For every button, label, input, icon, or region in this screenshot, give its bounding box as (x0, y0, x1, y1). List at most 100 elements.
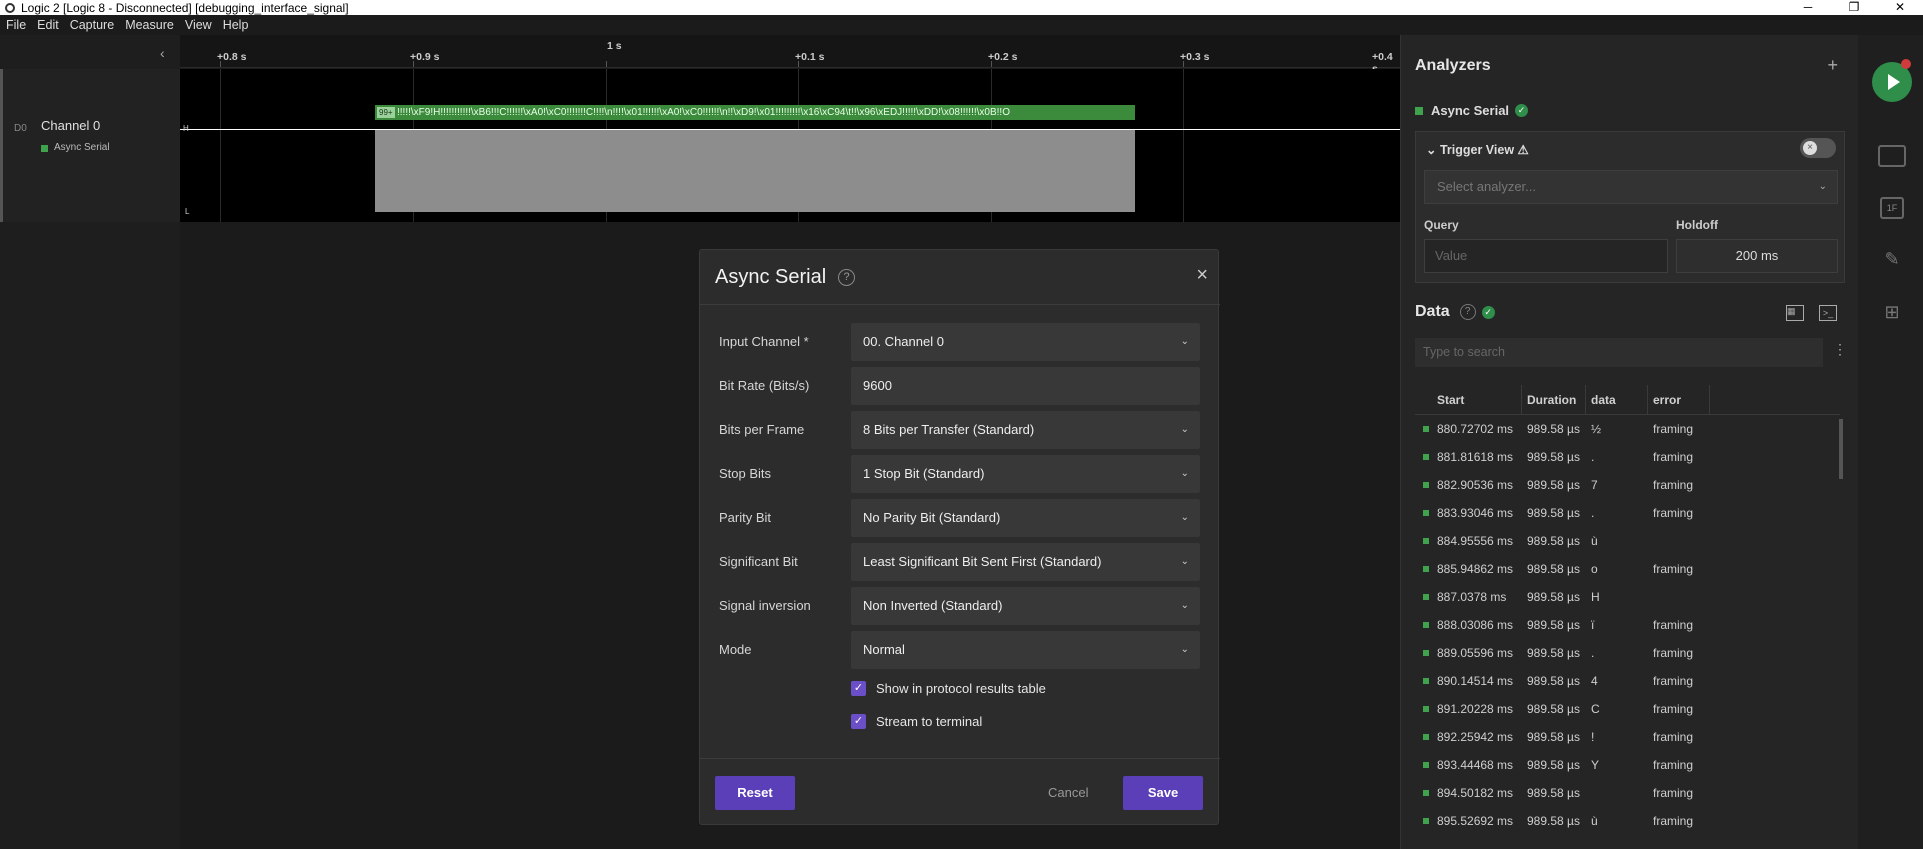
trigger-view-title[interactable]: ⌄ Trigger View ⚠ (1426, 142, 1529, 157)
table-row[interactable]: 881.81618 ms 989.58 µs. framing (1415, 443, 1840, 471)
more-options-icon[interactable]: ⋮ (1833, 341, 1847, 358)
significant-bit-select[interactable]: Least Significant Bit Sent First (Standa… (851, 543, 1200, 581)
minimize-button[interactable]: ─ (1785, 0, 1831, 15)
analyzer-name[interactable]: Async Serial (1431, 103, 1509, 118)
menu-measure[interactable]: Measure (125, 18, 174, 32)
table-row[interactable]: 892.25942 ms 989.58 µs! framing (1415, 723, 1840, 751)
table-row[interactable]: 887.0378 ms 989.58 µs H (1415, 583, 1840, 611)
menu-capture[interactable]: Capture (70, 18, 114, 32)
field-label: Input Channel * (719, 334, 809, 349)
menu-bar: File Edit Capture Measure View Help (0, 15, 1923, 35)
table-row[interactable]: 889.05596 ms 989.58 µs. framing (1415, 639, 1840, 667)
record-status-icon (1901, 59, 1911, 69)
data-search-input[interactable]: Type to search (1415, 338, 1823, 367)
duration-cell: 989.58 µs (1527, 618, 1580, 632)
check-icon[interactable]: ✓ (851, 713, 866, 729)
data-cell: 7 (1591, 478, 1598, 492)
menu-file[interactable]: File (6, 18, 26, 32)
help-icon[interactable]: ? (1459, 304, 1476, 320)
show-in-results-checkbox-row[interactable]: ✓ Show in protocol results table (851, 679, 1046, 697)
time-ruler[interactable]: +0.8 s +0.9 s 1 s +0.1 s +0.2 s +0.3 s +… (180, 35, 1400, 75)
select-analyzer-dropdown[interactable]: Select analyzer... ⌄ (1424, 170, 1838, 204)
table-row[interactable]: 890.14514 ms 989.58 µs 4 framing (1415, 667, 1840, 695)
significant-bit-row: Significant Bit Least Significant Bit Se… (700, 543, 1220, 581)
row-color-icon (1423, 706, 1429, 712)
stream-to-terminal-checkbox-row[interactable]: ✓ Stream to terminal (851, 712, 982, 730)
channel-waveform[interactable]: H L 99+ !!!!!\xF9!H!!!!!!!!!!!\xB6!!!C!!… (180, 69, 1400, 222)
bit-rate-input[interactable]: 9600 (851, 367, 1200, 405)
column-divider[interactable] (1709, 385, 1710, 415)
input-channel-select[interactable]: 00. Channel 0 ⌄ (851, 323, 1200, 361)
device-icon[interactable] (1878, 145, 1906, 167)
error-cell: framing (1653, 786, 1694, 800)
table-row[interactable]: 894.50182 ms 989.58 µs framing (1415, 779, 1840, 807)
mode-select[interactable]: Normal ⌄ (851, 631, 1200, 669)
column-header[interactable]: error (1653, 393, 1681, 407)
timing-marker-icon[interactable]: 1F (1880, 197, 1904, 219)
table-view-icon[interactable]: ▦ (1786, 305, 1804, 321)
ruler-icon[interactable]: ✎ (1878, 250, 1906, 272)
table-row[interactable]: 885.94862 ms 989.58 µs o framing (1415, 555, 1840, 583)
menu-help[interactable]: Help (223, 18, 249, 32)
maximize-button[interactable]: ❐ (1831, 0, 1877, 15)
bits-per-frame-select[interactable]: 8 Bits per Transfer (Standard) ⌄ (851, 411, 1200, 449)
save-button[interactable]: Save (1123, 776, 1203, 810)
tick-main-label: 1 s (607, 40, 622, 52)
app-logo-icon (5, 2, 15, 13)
collapse-panel-icon[interactable]: ‹ (160, 45, 165, 61)
chevron-down-icon: ⌄ (1180, 556, 1189, 567)
column-header[interactable]: Start (1437, 393, 1464, 407)
trigger-view-box: ⌄ Trigger View ⚠ × Select analyzer... ⌄ … (1415, 131, 1845, 283)
column-divider[interactable] (1585, 385, 1586, 415)
column-header[interactable]: data (1591, 393, 1616, 407)
table-row[interactable]: 882.90536 ms 989.58 µs 7 framing (1415, 471, 1840, 499)
help-icon[interactable]: ? (838, 269, 855, 286)
analyzer-item[interactable]: Async Serial ✓ (1415, 103, 1529, 118)
check-icon[interactable]: ✓ (851, 680, 866, 696)
holdoff-input[interactable]: 200 ms (1676, 239, 1838, 273)
column-divider[interactable] (1647, 385, 1648, 415)
close-window-button[interactable]: ✕ (1877, 0, 1923, 15)
channel-panel: ‹ D0 Channel 0 Async Serial (0, 35, 180, 849)
chevron-down-icon: ⌄ (1180, 512, 1189, 523)
table-scrollbar[interactable] (1839, 419, 1843, 479)
menu-view[interactable]: View (185, 18, 212, 32)
table-row[interactable]: 884.95556 ms 989.58 µs ù (1415, 527, 1840, 555)
table-row[interactable]: 891.20228 ms 989.58 µs Cframing (1415, 695, 1840, 723)
terminal-view-icon[interactable]: >_ (1819, 305, 1837, 321)
channel-row[interactable]: D0 Channel 0 Async Serial (0, 69, 180, 222)
high-level-label: H (183, 124, 189, 133)
table-row[interactable]: 895.52692 ms 989.58 µs ù framing (1415, 807, 1840, 835)
menu-edit[interactable]: Edit (37, 18, 59, 32)
data-header: Data ? ✓ (1415, 303, 1495, 321)
tick-mark (413, 61, 414, 67)
data-cell: ï (1591, 618, 1595, 632)
table-row[interactable]: 893.44468 ms 989.58 µs Yframing (1415, 751, 1840, 779)
tick-label: +0.3 s (1180, 51, 1210, 63)
signal-inversion-select[interactable]: Non Inverted (Standard) ⌄ (851, 587, 1200, 625)
cancel-button[interactable]: Cancel (1048, 776, 1088, 810)
table-row[interactable]: 880.72702 ms 989.58 µs ½ framing (1415, 415, 1840, 443)
channel-analyzer-label[interactable]: Async Serial (54, 142, 110, 153)
add-analyzer-button[interactable]: + (1827, 55, 1838, 76)
row-color-icon (1423, 426, 1429, 432)
stop-bits-select[interactable]: 1 Stop Bit (Standard) ⌄ (851, 455, 1200, 493)
column-divider[interactable] (1521, 385, 1522, 415)
checkbox-label: Show in protocol results table (876, 680, 1046, 696)
field-label: Significant Bit (719, 554, 798, 569)
close-icon[interactable]: × (1196, 264, 1208, 287)
signal-inversion-row: Signal inversion Non Inverted (Standard)… (700, 587, 1220, 625)
parity-bit-select[interactable]: No Parity Bit (Standard) ⌄ (851, 499, 1200, 537)
table-row[interactable]: 883.93046 ms 989.58 µs. framing (1415, 499, 1840, 527)
channel-name[interactable]: Channel 0 (41, 118, 100, 133)
data-cell: ! (1591, 730, 1595, 744)
query-input[interactable]: Value (1424, 239, 1668, 273)
trigger-view-toggle[interactable]: × (1800, 138, 1836, 158)
extensions-icon[interactable]: ⊞ (1878, 303, 1906, 325)
duration-cell: 989.58 µs (1527, 506, 1580, 520)
decoded-data-bar[interactable]: 99+ !!!!!\xF9!H!!!!!!!!!!!\xB6!!!C!!!!!!… (375, 105, 1135, 120)
column-header[interactable]: Duration (1527, 393, 1576, 407)
check-circle-icon: ✓ (1481, 305, 1495, 319)
table-row[interactable]: 888.03086 ms 989.58 µs ï framing (1415, 611, 1840, 639)
reset-button[interactable]: Reset (715, 776, 795, 810)
